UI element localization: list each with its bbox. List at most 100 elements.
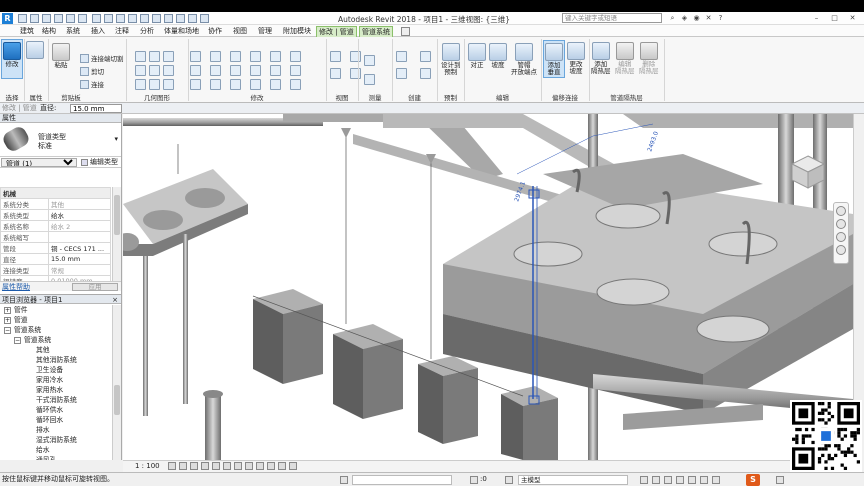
geometry-tool-icon[interactable] [135,65,146,76]
maximize-icon[interactable]: □ [830,14,839,23]
type-selector[interactable]: 管道类型 标准 ▾ [0,123,121,157]
section-icon[interactable] [152,14,161,23]
sync-icon[interactable] [42,14,51,23]
property-row[interactable]: 系统缩写 [0,231,111,243]
exchange-icon[interactable]: ✕ [704,14,713,23]
tree-item[interactable]: 卫生设备 [36,365,63,375]
tree-toggle-icon[interactable]: + [4,316,11,324]
tree-item[interactable]: 其他 [36,345,50,355]
ime-punct-icon[interactable] [764,476,772,484]
3d-viewport[interactable]: 2974.1 2493.0 [123,114,853,460]
align-icon[interactable] [190,51,201,62]
subscription-icon[interactable]: ◈ [680,14,689,23]
pipe[interactable] [143,256,148,416]
geometry-tool-icon[interactable] [135,79,146,90]
tab-structure[interactable]: 结构 [40,26,58,37]
squat-toilet[interactable] [696,315,770,343]
tree-item[interactable]: 循环供水 [36,405,63,415]
chevron-down-icon[interactable]: ▾ [114,135,118,143]
sink-basin[interactable] [143,210,183,230]
pipe-fitting[interactable] [341,128,351,138]
worksharing-icon[interactable] [277,462,286,470]
property-value[interactable]: 给水 [48,209,111,221]
geometry-tool-icon[interactable] [135,51,146,62]
justify-button[interactable]: 对正 [468,43,486,69]
property-row[interactable]: 机械 [0,187,111,199]
ime-logo-icon[interactable]: S [746,474,760,486]
squat-toilet[interactable] [708,231,778,257]
geometry-tool-icon[interactable] [163,51,174,62]
tab-view[interactable]: 视图 [231,26,249,37]
analytical-model-icon[interactable] [288,462,297,470]
tree-item[interactable]: 循环回水 [36,415,63,425]
exclude-options-icon[interactable] [640,476,648,484]
tree-item[interactable]: − 管道系统 [4,325,41,335]
isolate-icon[interactable] [330,68,341,79]
thin-lines-icon[interactable] [164,14,173,23]
qat-dropdown-icon[interactable] [200,14,209,23]
paint-icon[interactable] [290,79,301,90]
scroll-thumb[interactable] [114,195,120,235]
copy-icon[interactable] [270,51,281,62]
shadows-icon[interactable] [200,462,209,470]
editable-only-icon[interactable] [470,476,478,484]
select-underlay-icon[interactable] [664,476,672,484]
geometry-tool-icon[interactable] [149,51,160,62]
trim-multi-icon[interactable] [230,79,241,90]
tree-item[interactable]: 家用冷水 [36,375,63,385]
reveal-hidden-icon[interactable] [266,462,275,470]
redo-icon[interactable] [66,14,75,23]
print-icon[interactable] [78,14,87,23]
tree-item[interactable]: + 管道 [4,315,28,325]
tree-toggle-icon[interactable]: − [14,336,21,344]
3d-view-icon[interactable] [140,14,149,23]
property-row[interactable]: 直径 15.0 mm [0,253,111,265]
design-options-icon[interactable] [505,476,513,484]
dimension-tool-icon[interactable] [364,74,375,85]
tree-item[interactable]: 干式消防系统 [36,395,77,405]
selection-box-icon[interactable] [350,68,361,79]
search-input[interactable]: 键入关键字或短语 [562,13,662,23]
slope-button[interactable]: 坡度 [489,43,507,69]
tab-modify-pipe[interactable]: 修改 | 管道 [316,26,357,37]
geometry-tool-icon[interactable] [149,79,160,90]
orbit-icon[interactable] [836,232,846,242]
geometry-tool-icon[interactable] [149,65,160,76]
open-icon[interactable] [18,14,27,23]
pin-icon[interactable] [270,65,281,76]
properties-button[interactable] [26,41,44,60]
create-parts-icon[interactable] [396,68,407,79]
trim-icon[interactable] [190,65,201,76]
tab-annotate[interactable]: 注释 [113,26,131,37]
close-hidden-icon[interactable] [176,14,185,23]
select-links-icon[interactable] [652,476,660,484]
tree-item[interactable]: 通风孔 [36,455,56,460]
floor-drain-pipe[interactable] [205,394,221,460]
pipe[interactable] [183,234,188,404]
browser-scrollbar[interactable] [112,305,121,460]
tag-icon[interactable] [116,14,125,23]
minimize-icon[interactable]: – [812,14,821,23]
property-value[interactable]: 其他 [48,198,111,210]
change-slope-button[interactable]: 更改 坡度 [567,42,585,75]
revit-logo-icon[interactable]: R [2,13,13,24]
close-icon[interactable]: ✕ [848,14,857,23]
property-value[interactable]: 15.0 mm [48,253,111,265]
design-to-preset-button[interactable]: 设计到 预制 [441,43,461,76]
tab-piping-system[interactable]: 管道系统 [359,26,393,37]
group-select-label[interactable]: 选择 [0,92,24,102]
filter-icon[interactable] [712,476,720,484]
floor-drain[interactable] [203,390,223,398]
render-icon[interactable] [211,462,220,470]
modify-button[interactable]: 修改 [1,39,23,79]
property-value[interactable]: 给水 2 [48,220,111,232]
tree-toggle-icon[interactable]: − [4,326,11,334]
property-row[interactable]: 系统分类 其他 [0,198,111,210]
measure-icon[interactable] [92,14,101,23]
geometry-tool-icon[interactable] [163,79,174,90]
zoom-icon[interactable] [836,219,846,229]
sun-path-icon[interactable] [189,462,198,470]
tab-addins[interactable]: 附加模块 [281,26,313,37]
create-group-icon[interactable] [420,68,431,79]
steering-wheel-icon[interactable] [836,206,846,216]
